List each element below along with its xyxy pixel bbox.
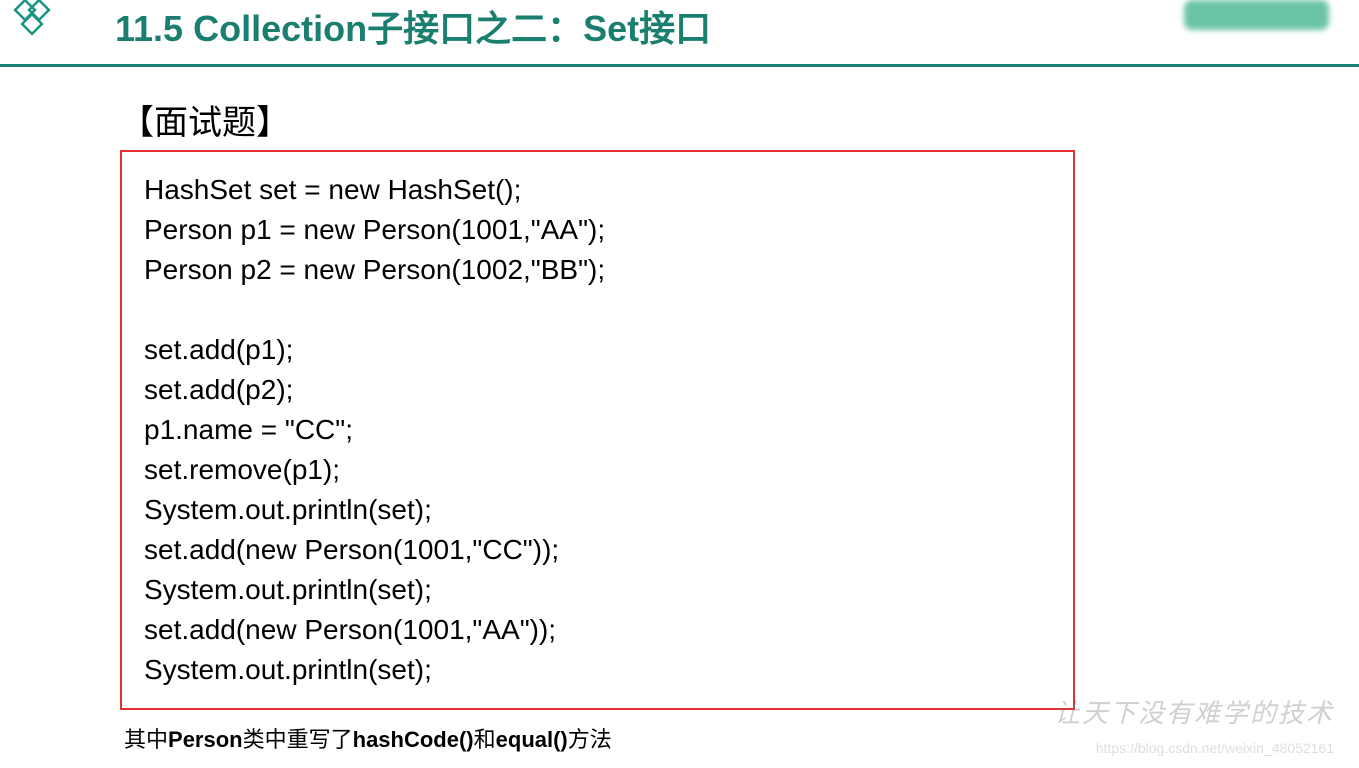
footer-text: 类中重写了 xyxy=(243,727,353,752)
content-area: 【面试题】 HashSet set = new HashSet(); Perso… xyxy=(0,67,1359,754)
code-line: HashSet set = new HashSet(); xyxy=(144,170,1051,210)
watermark-slogan: 让天下没有难学的技术 xyxy=(1054,693,1334,730)
code-line: set.add(p2); xyxy=(144,370,1051,410)
code-line: set.remove(p1); xyxy=(144,450,1051,490)
watermark-url: https://blog.csdn.net/weixin_48052161 xyxy=(1096,740,1334,756)
footer-bold: equal() xyxy=(496,727,568,752)
code-line: System.out.println(set); xyxy=(144,570,1051,610)
code-line: System.out.println(set); xyxy=(144,650,1051,690)
code-line: Person p1 = new Person(1001,"AA"); xyxy=(144,210,1051,250)
diamond-logo-icon xyxy=(10,0,52,42)
code-box: HashSet set = new HashSet(); Person p1 =… xyxy=(120,150,1075,710)
section-title: 【面试题】 xyxy=(120,95,1239,144)
code-line: set.add(p1); xyxy=(144,330,1051,370)
code-blank-line xyxy=(144,290,1051,330)
page-title: 11.5 Collection子接口之二：Set接口 xyxy=(115,0,711,52)
footer-bold: Person xyxy=(168,727,243,752)
code-line: System.out.println(set); xyxy=(144,490,1051,530)
code-line: p1.name = "CC"; xyxy=(144,410,1051,450)
code-line: set.add(new Person(1001,"CC")); xyxy=(144,530,1051,570)
header-row: 11.5 Collection子接口之二：Set接口 xyxy=(0,0,1359,62)
code-line: set.add(new Person(1001,"AA")); xyxy=(144,610,1051,650)
footer-text: 和 xyxy=(474,727,496,752)
footer-text: 其中 xyxy=(124,727,168,752)
header-badge xyxy=(1184,0,1329,30)
footer-bold: hashCode() xyxy=(353,727,474,752)
code-line: Person p2 = new Person(1002,"BB"); xyxy=(144,250,1051,290)
footer-text: 方法 xyxy=(568,727,612,752)
